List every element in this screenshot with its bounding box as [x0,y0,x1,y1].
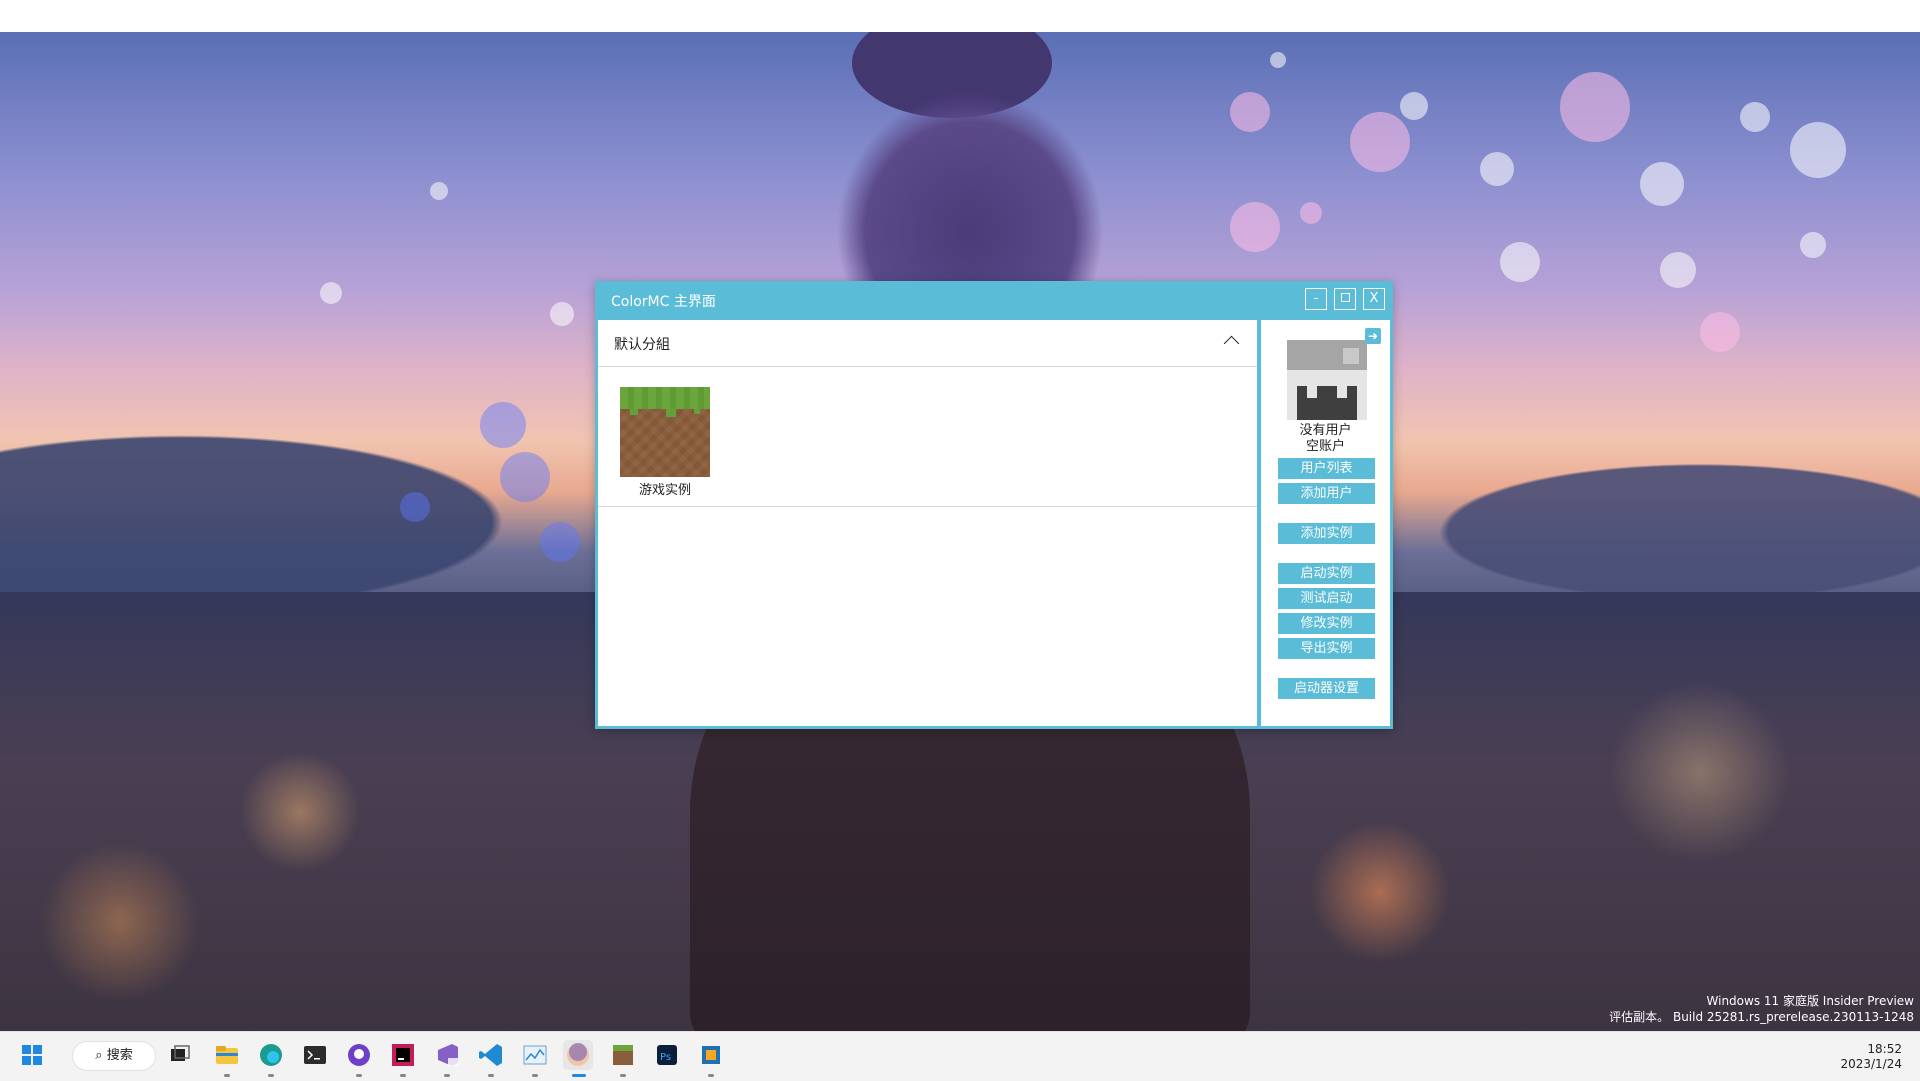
bokeh-light [550,302,574,326]
grass-block-icon [620,387,710,477]
maximize-icon [1340,293,1350,302]
running-indicator [532,1074,538,1077]
add-instance-button[interactable]: 添加实例 [1278,523,1375,544]
export-instance-button[interactable]: 导出实例 [1278,638,1375,659]
user-name: 没有用户 [1299,423,1352,438]
colormc-main-window: ColorMC 主界面 - X 默认分組 游戏实例 ➜ 没有用户 空账户 用户列… [595,281,1393,729]
photoshop-icon[interactable]: Ps [652,1040,682,1070]
launch-instance-button[interactable]: 启动实例 [1278,563,1375,584]
user-info: 没有用户 空账户 [1261,423,1390,455]
user-type: 空账户 [1305,439,1345,454]
search-icon: ⌕ [95,1048,103,1063]
bokeh-light [1740,102,1770,132]
running-indicator [400,1074,406,1077]
bokeh-light [1560,72,1630,142]
sidebar: ➜ 没有用户 空账户 用户列表 添加用户 添加实例 启动实例 测试启动 修改实例… [1261,320,1390,726]
edit-instance-button[interactable]: 修改实例 [1278,613,1375,634]
test-launch-button[interactable]: 测试启动 [1278,588,1375,609]
svg-text:Ps: Ps [660,1052,671,1063]
resource-monitor-icon[interactable] [520,1040,550,1070]
add-user-button[interactable]: 添加用户 [1278,483,1375,504]
github-desktop-icon[interactable] [344,1040,374,1070]
running-indicator [224,1074,230,1077]
windows-watermark: Windows 11 家庭版 Insider Preview 评估副本。 Bui… [1609,993,1914,1025]
instance-list-panel: 默认分組 游戏实例 [598,320,1257,726]
running-indicator [620,1074,626,1077]
running-indicator [708,1074,714,1077]
bokeh-light [1230,92,1270,132]
bokeh-light [1480,152,1514,186]
window-title: ColorMC 主界面 [611,294,716,310]
bokeh-light [1660,252,1696,288]
active-indicator [572,1074,586,1077]
virtualbox-icon[interactable] [696,1040,726,1070]
running-indicator [268,1074,274,1077]
bokeh-light [480,402,526,448]
user-list-button[interactable]: 用户列表 [1278,458,1375,479]
instance-name: 游戏实例 [638,483,691,498]
jetbrains-rider-icon[interactable] [388,1040,418,1070]
window-titlebar[interactable]: ColorMC 主界面 - X [595,281,1393,319]
group-name: 默认分組 [614,337,670,353]
chevron-up-icon[interactable] [1223,335,1240,352]
bokeh-light [1400,92,1428,120]
launcher-settings-button[interactable]: 启动器设置 [1278,678,1375,699]
taskbar: ⌕ 搜索 Ps 18:52 2023/1/24 [0,1031,1920,1081]
bokeh-light [1230,202,1280,252]
bokeh-light [1500,242,1540,282]
edge-icon[interactable] [256,1040,286,1070]
bokeh-light [1790,122,1846,178]
minecraft-grass-icon[interactable] [608,1040,638,1070]
bokeh-light [400,492,430,522]
bokeh-light [1640,162,1684,206]
clock-date: 2023/1/24 [1840,1057,1902,1071]
close-button[interactable]: X [1363,288,1385,310]
running-indicator [488,1074,494,1077]
maximize-button[interactable] [1334,288,1356,310]
running-indicator [444,1074,450,1077]
bokeh-light [1800,232,1826,258]
bokeh-light [1350,112,1410,172]
bokeh-light [540,522,580,562]
minimize-button[interactable]: - [1305,288,1327,310]
group-header-default[interactable]: 默认分組 [598,320,1257,367]
system-clock[interactable]: 18:52 2023/1/24 [1840,1042,1902,1072]
start-icon[interactable] [17,1040,47,1070]
running-indicator [356,1074,362,1077]
taskbar-search[interactable]: ⌕ 搜索 [72,1041,156,1071]
terminal-icon[interactable] [300,1040,330,1070]
bokeh-light [320,282,342,304]
switch-user-icon[interactable]: ➜ [1365,328,1381,344]
avatar[interactable] [1287,340,1367,420]
bokeh-light [1270,52,1286,68]
watermark-line-2: 评估副本。 Build 25281.rs_prerelease.230113-1… [1609,1010,1914,1024]
bokeh-light [500,452,550,502]
vscode-icon[interactable] [476,1040,506,1070]
bokeh-light [1300,202,1322,224]
colormc-avatar-icon[interactable] [563,1040,593,1070]
instance-item[interactable]: 游戏实例 [620,387,710,498]
task-view-icon[interactable] [165,1040,195,1070]
visual-studio-preview-icon[interactable] [432,1040,462,1070]
watermark-line-1: Windows 11 家庭版 Insider Preview [1706,994,1914,1008]
group-divider [598,506,1257,507]
search-label: 搜索 [106,1048,133,1063]
bokeh-light [430,182,448,200]
file-explorer-icon[interactable] [212,1040,242,1070]
bokeh-light [1700,312,1740,352]
clock-time: 18:52 [1867,1042,1902,1056]
